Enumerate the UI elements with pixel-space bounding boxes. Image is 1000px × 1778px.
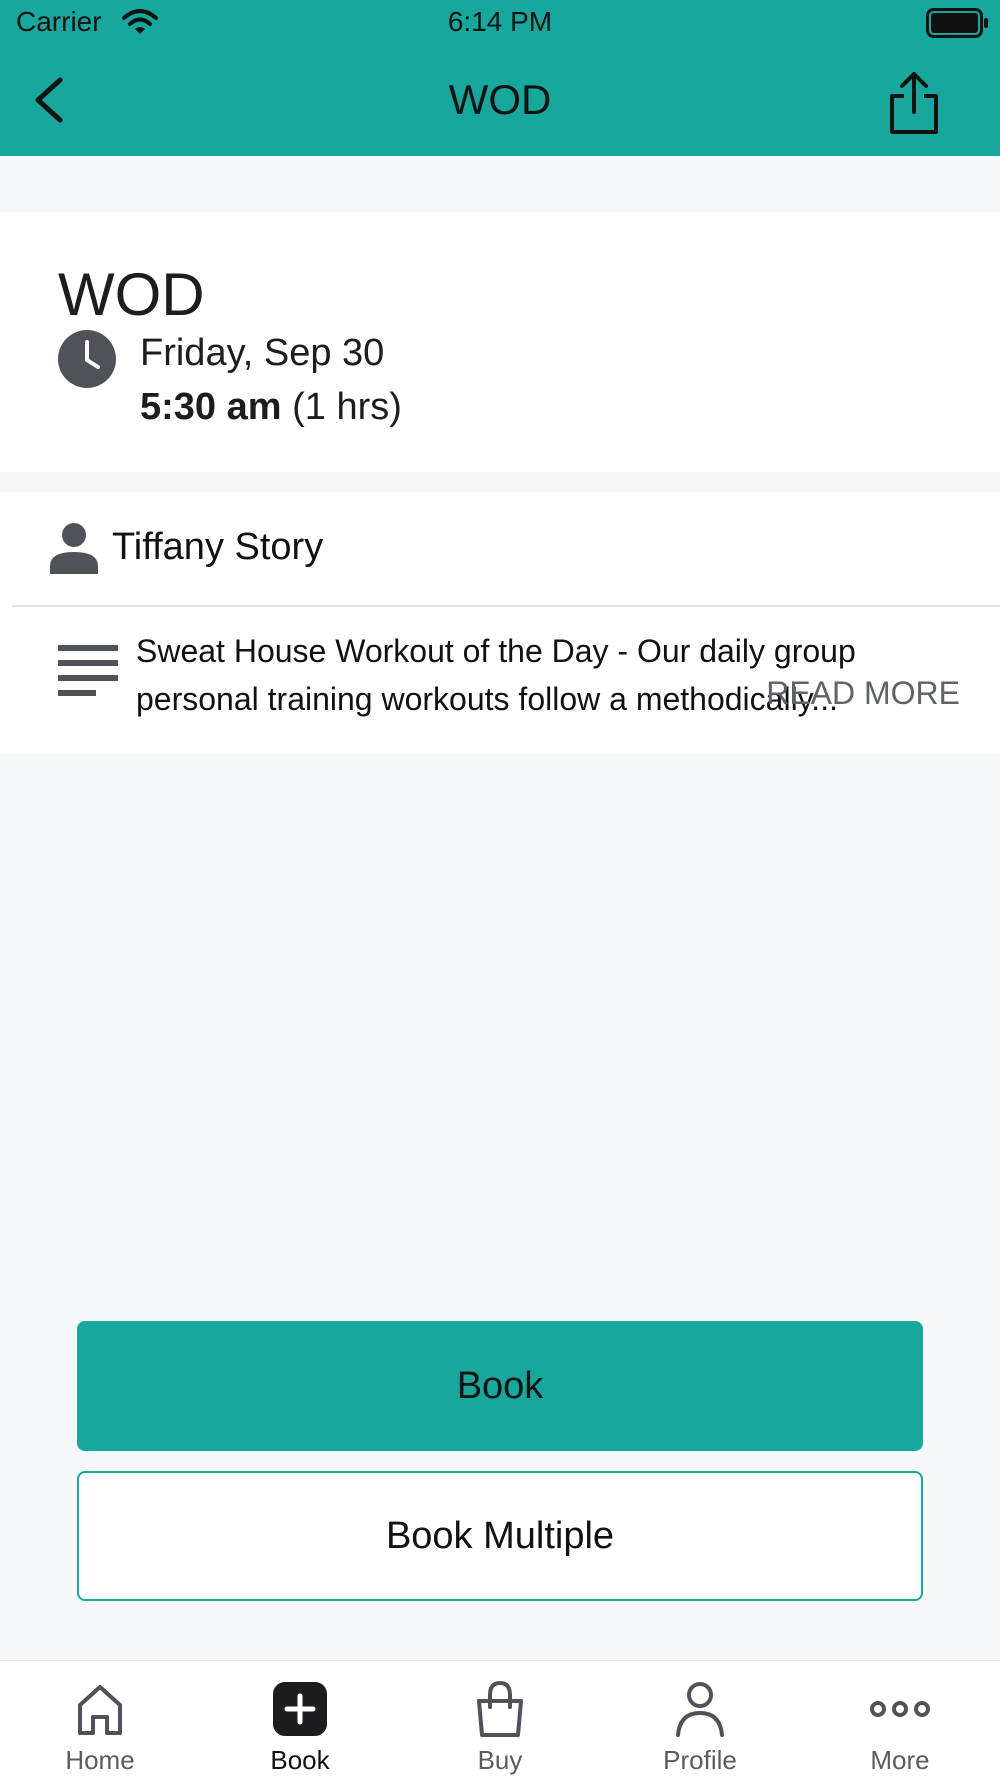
battery-icon — [926, 8, 988, 38]
class-duration: (1 hrs) — [281, 386, 402, 428]
tab-book[interactable]: Book — [200, 1661, 400, 1778]
tab-buy-label: Buy — [477, 1745, 523, 1775]
class-time: 5:30 am (1 hrs) — [140, 386, 402, 429]
app-header: Carrier 6:14 PM WOD — [0, 0, 1000, 156]
clock-icon — [58, 330, 116, 388]
tab-buy[interactable]: Buy — [400, 1661, 600, 1778]
description-row: Sweat House Workout of the Day - Our dai… — [0, 607, 1000, 754]
instructor-row[interactable]: Tiffany Story — [0, 492, 1000, 606]
person-icon — [50, 523, 98, 574]
tab-book-label: Book — [270, 1745, 330, 1775]
home-icon — [78, 1685, 122, 1735]
profile-icon — [676, 1682, 724, 1737]
status-bar: Carrier 6:14 PM — [0, 0, 1000, 48]
instructor-name: Tiffany Story — [112, 526, 324, 568]
read-more-link[interactable]: READ MORE — [766, 675, 960, 712]
book-multiple-button[interactable]: Book Multiple — [77, 1471, 923, 1601]
plus-icon — [273, 1682, 327, 1736]
tab-home-label: Home — [65, 1745, 135, 1775]
book-button[interactable]: Book — [77, 1321, 923, 1451]
share-icon[interactable] — [884, 70, 944, 136]
page-title: WOD — [448, 76, 552, 123]
tab-profile-label: Profile — [663, 1745, 737, 1775]
tab-profile[interactable]: Profile — [600, 1661, 800, 1778]
bottom-tab-bar: Home Book Buy Profile More — [0, 1660, 1000, 1778]
status-time: 6:14 PM — [447, 6, 553, 37]
class-start-time: 5:30 am — [140, 386, 282, 428]
class-summary-card: WOD Friday, Sep 30 5:30 am (1 hrs) — [0, 212, 1000, 472]
tab-home[interactable]: Home — [0, 1661, 200, 1778]
class-date: Friday, Sep 30 — [140, 332, 385, 374]
tab-more[interactable]: More — [800, 1661, 1000, 1778]
class-title: WOD — [58, 261, 205, 328]
tab-more-label: More — [870, 1745, 930, 1775]
description-lines-icon — [58, 645, 118, 696]
bag-icon — [477, 1680, 523, 1737]
more-icon — [870, 1701, 930, 1717]
class-info-card: Tiffany Story Sweat House Workout of the… — [0, 492, 1000, 754]
